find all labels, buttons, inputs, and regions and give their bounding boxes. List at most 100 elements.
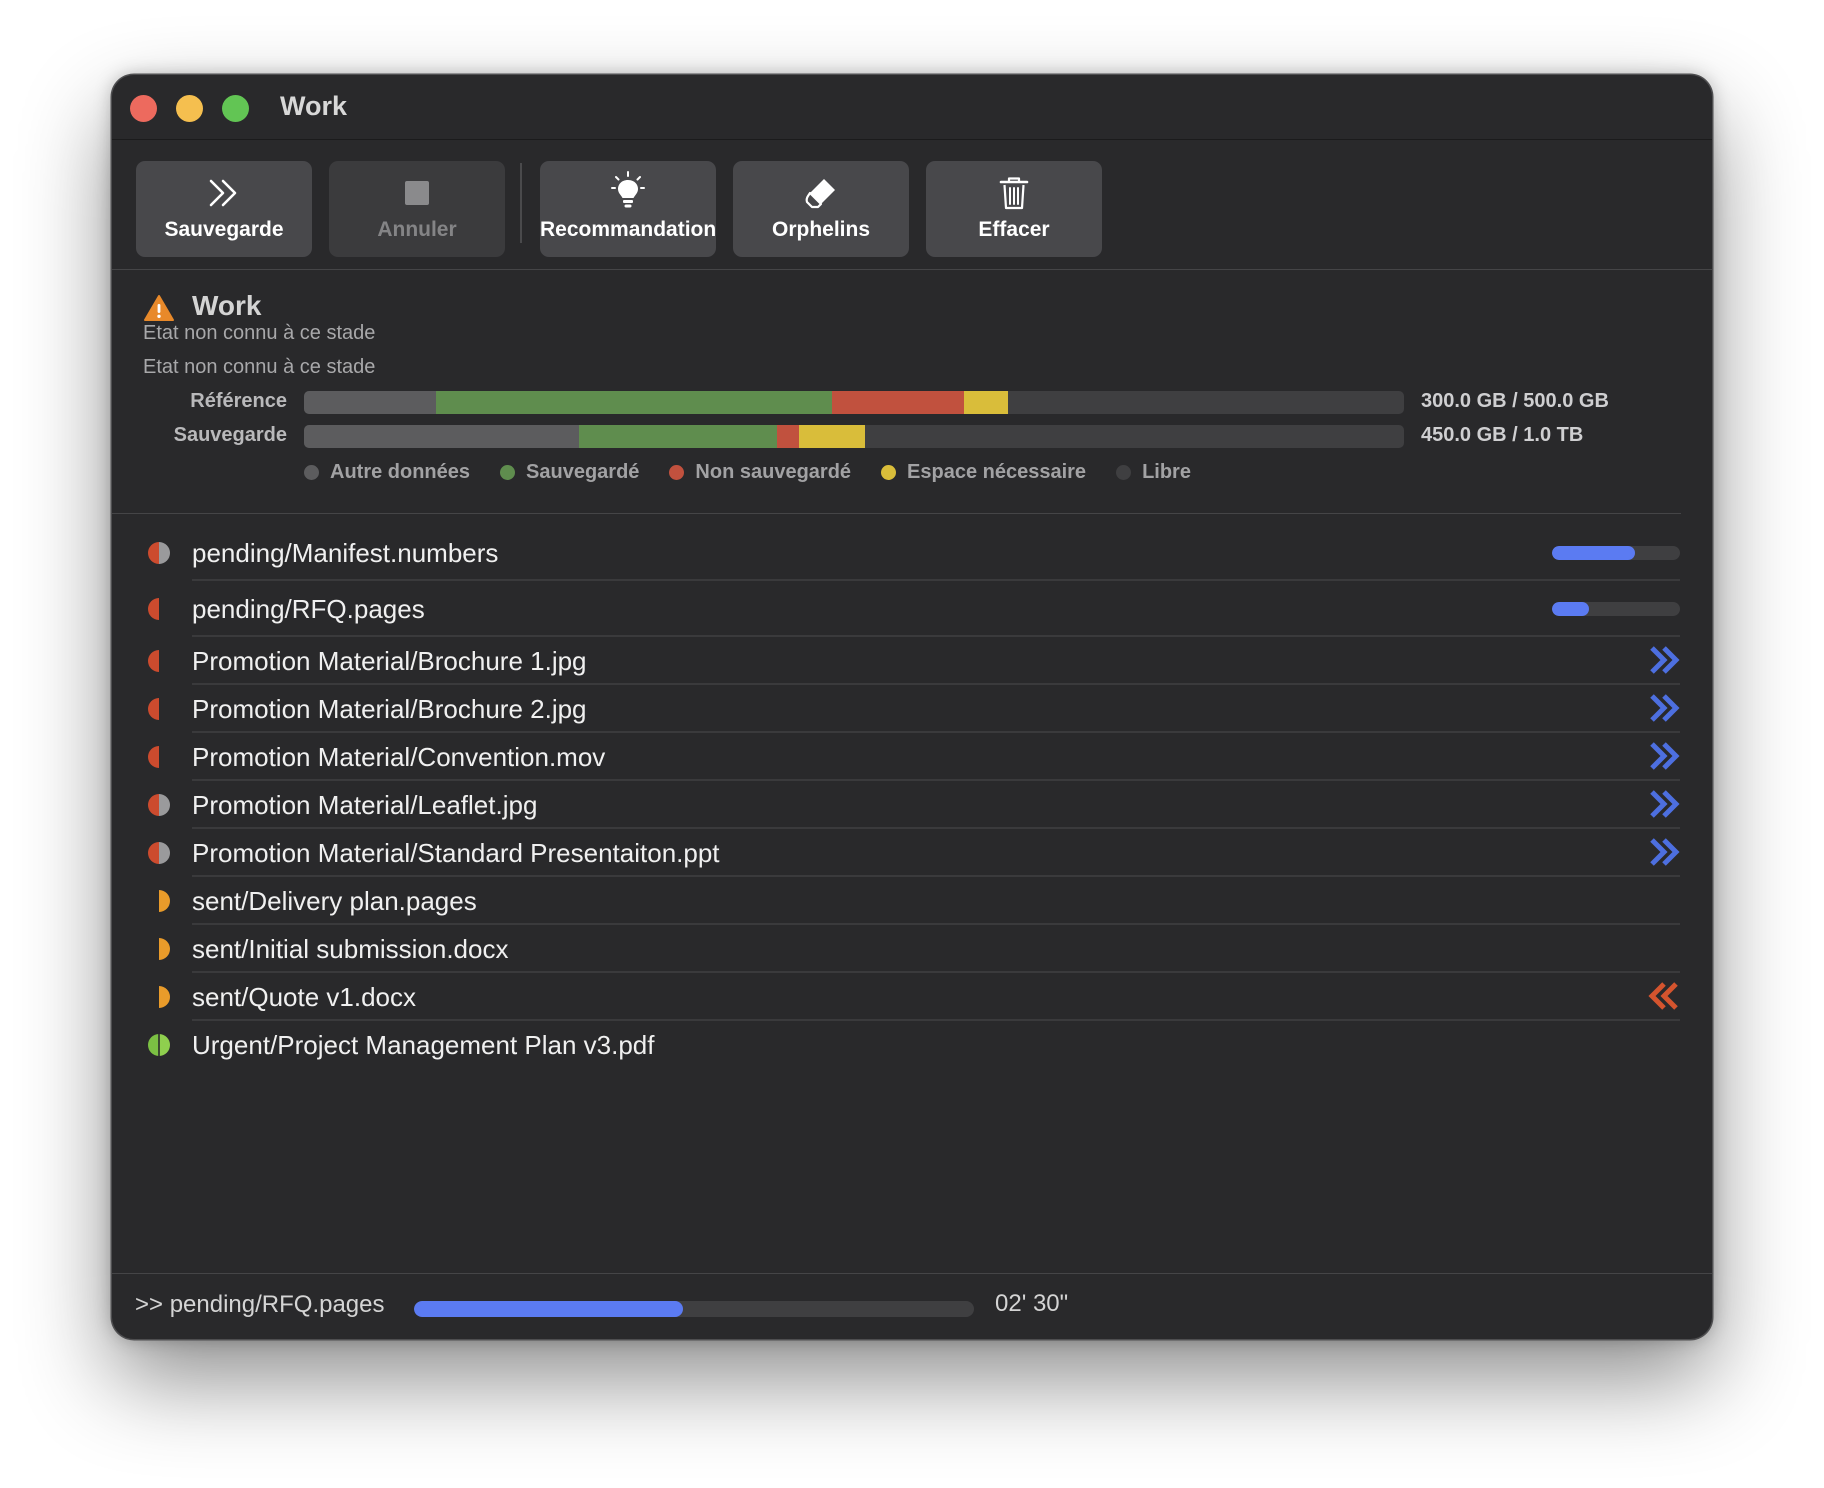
legend-label: Sauvegardé xyxy=(526,460,640,483)
recommendation-button[interactable]: Recommandation xyxy=(540,161,716,257)
legend-dot xyxy=(304,464,319,480)
backup-bar-label: Sauvegarde xyxy=(173,424,287,446)
file-row[interactable]: sent/Initial submission.docx xyxy=(112,927,1680,973)
file-name: Promotion Material/Standard Presentaiton… xyxy=(192,838,720,868)
stop-square-icon xyxy=(329,175,505,211)
bar-segment-other xyxy=(304,391,436,414)
legend-dot xyxy=(1116,464,1132,480)
double-chevron-right-icon[interactable] xyxy=(1648,742,1680,775)
file-row[interactable]: pending/RFQ.pages xyxy=(112,583,1680,637)
row-separator xyxy=(192,875,1680,877)
legend-dot xyxy=(881,464,897,480)
row-separator xyxy=(192,579,1680,581)
divider xyxy=(112,513,1681,514)
legend-label: Libre xyxy=(1142,460,1191,483)
zoom-window-button[interactable] xyxy=(222,95,249,122)
half-circle-red-gray-icon xyxy=(145,839,173,872)
row-separator xyxy=(192,683,1680,685)
row-separator xyxy=(192,971,1680,973)
file-progress-bar xyxy=(1552,546,1680,560)
double-chevron-right-icon[interactable] xyxy=(1648,838,1680,871)
legend-item-saved: Sauvegardé xyxy=(500,461,639,484)
file-row[interactable]: Promotion Material/Brochure 1.jpg xyxy=(112,639,1680,685)
close-window-button[interactable] xyxy=(130,95,157,122)
half-circle-green-icon xyxy=(145,1031,173,1064)
toolbar: Sauvegarde Annuler Recommandation Orphel… xyxy=(112,140,1712,270)
half-circle-red-icon xyxy=(145,595,173,628)
legend-dot xyxy=(669,464,685,480)
minimize-window-button[interactable] xyxy=(176,95,203,122)
current-file-label: >> pending/RFQ.pages xyxy=(135,1291,385,1318)
row-separator xyxy=(192,779,1680,781)
app-window: Work Sauvegarde Annuler Recommandation O… xyxy=(112,75,1712,1339)
double-chevron-right-icon[interactable] xyxy=(1648,646,1680,679)
file-row[interactable]: Promotion Material/Leaflet.jpg xyxy=(112,783,1680,829)
window-title: Work xyxy=(280,91,348,121)
row-separator xyxy=(192,635,1680,637)
double-chevron-right-icon[interactable] xyxy=(1648,790,1680,823)
file-row[interactable]: Urgent/Project Management Plan v3.pdf xyxy=(112,1023,1680,1069)
reference-bar-value: 300.0 GB / 500.0 GB xyxy=(1421,390,1609,412)
bar-segment-other xyxy=(304,425,579,448)
legend-item-needed: Espace nécessaire xyxy=(881,461,1086,484)
time-remaining: 02' 30" xyxy=(995,1290,1069,1317)
half-circle-red-icon xyxy=(145,695,173,728)
legend-dot xyxy=(500,464,516,480)
cancel-button-label: Annuler xyxy=(377,218,457,241)
trash-icon xyxy=(926,175,1102,211)
file-name: sent/Delivery plan.pages xyxy=(192,886,477,916)
eraser-icon xyxy=(733,175,909,211)
summary-panel: Work Etat non connu à ce stade Etat non … xyxy=(112,270,1712,514)
double-chevron-right-icon[interactable] xyxy=(1648,694,1680,727)
legend-label: Autre données xyxy=(330,460,471,483)
file-progress-fill xyxy=(1552,602,1590,616)
backup-button[interactable]: Sauvegarde xyxy=(136,161,312,257)
file-name: Promotion Material/Brochure 2.jpg xyxy=(192,694,587,724)
legend-item-other: Autre données xyxy=(304,461,470,484)
file-row[interactable]: Promotion Material/Brochure 2.jpg xyxy=(112,687,1680,733)
legend-item-unsaved: Non sauvegardé xyxy=(669,461,851,484)
file-row[interactable]: Promotion Material/Convention.mov xyxy=(112,735,1680,781)
status-footer: >> pending/RFQ.pages 02' 30" xyxy=(112,1273,1712,1339)
row-separator xyxy=(192,731,1680,733)
legend-item-free: Libre xyxy=(1116,461,1191,484)
file-row[interactable]: pending/Manifest.numbers xyxy=(112,527,1680,581)
orphans-button-label: Orphelins xyxy=(771,218,871,241)
status-line: Etat non connu à ce stade xyxy=(143,356,376,378)
file-name: pending/Manifest.numbers xyxy=(192,538,499,568)
half-circle-red-icon xyxy=(145,647,173,680)
bar-segment-needed xyxy=(964,391,1008,414)
half-circle-orange-icon xyxy=(145,983,173,1016)
legend-label: Espace nécessaire xyxy=(907,460,1087,483)
file-name: sent/Quote v1.docx xyxy=(192,982,417,1012)
file-progress-fill xyxy=(1552,546,1636,560)
half-circle-red-gray-icon xyxy=(145,539,173,572)
file-row[interactable]: sent/Quote v1.docx xyxy=(112,975,1680,1021)
bar-segment-saved xyxy=(579,425,777,448)
bar-segment-unsaved xyxy=(777,425,799,448)
file-row[interactable]: sent/Delivery plan.pages xyxy=(112,879,1680,925)
legend-label: Non sauvegardé xyxy=(695,460,852,483)
row-separator xyxy=(192,1019,1680,1021)
erase-button-label: Effacer xyxy=(978,218,1050,241)
double-chevron-left-icon[interactable] xyxy=(1648,982,1680,1015)
lightbulb-icon xyxy=(540,171,716,211)
half-circle-red-gray-icon xyxy=(145,791,173,824)
overall-progress-fill xyxy=(414,1301,683,1317)
bar-segment-saved xyxy=(436,391,832,414)
cancel-button[interactable]: Annuler xyxy=(329,161,505,257)
erase-button[interactable]: Effacer xyxy=(926,161,1102,257)
file-name: sent/Initial submission.docx xyxy=(192,934,509,964)
file-name: Promotion Material/Convention.mov xyxy=(192,742,606,772)
file-row[interactable]: Promotion Material/Standard Presentaiton… xyxy=(112,831,1680,877)
toolbar-separator xyxy=(520,163,522,243)
half-circle-orange-icon xyxy=(145,935,173,968)
half-circle-red-icon xyxy=(145,743,173,776)
file-name: Promotion Material/Brochure 1.jpg xyxy=(192,646,587,676)
file-progress-bar xyxy=(1552,602,1680,616)
row-separator xyxy=(192,827,1680,829)
reference-storage-bar xyxy=(304,391,1404,414)
storage-legend: Autre données Sauvegardé Non sauvegardé Esp… xyxy=(304,458,1221,486)
double-chevron-right-icon xyxy=(136,175,312,211)
orphans-button[interactable]: Orphelins xyxy=(733,161,909,257)
